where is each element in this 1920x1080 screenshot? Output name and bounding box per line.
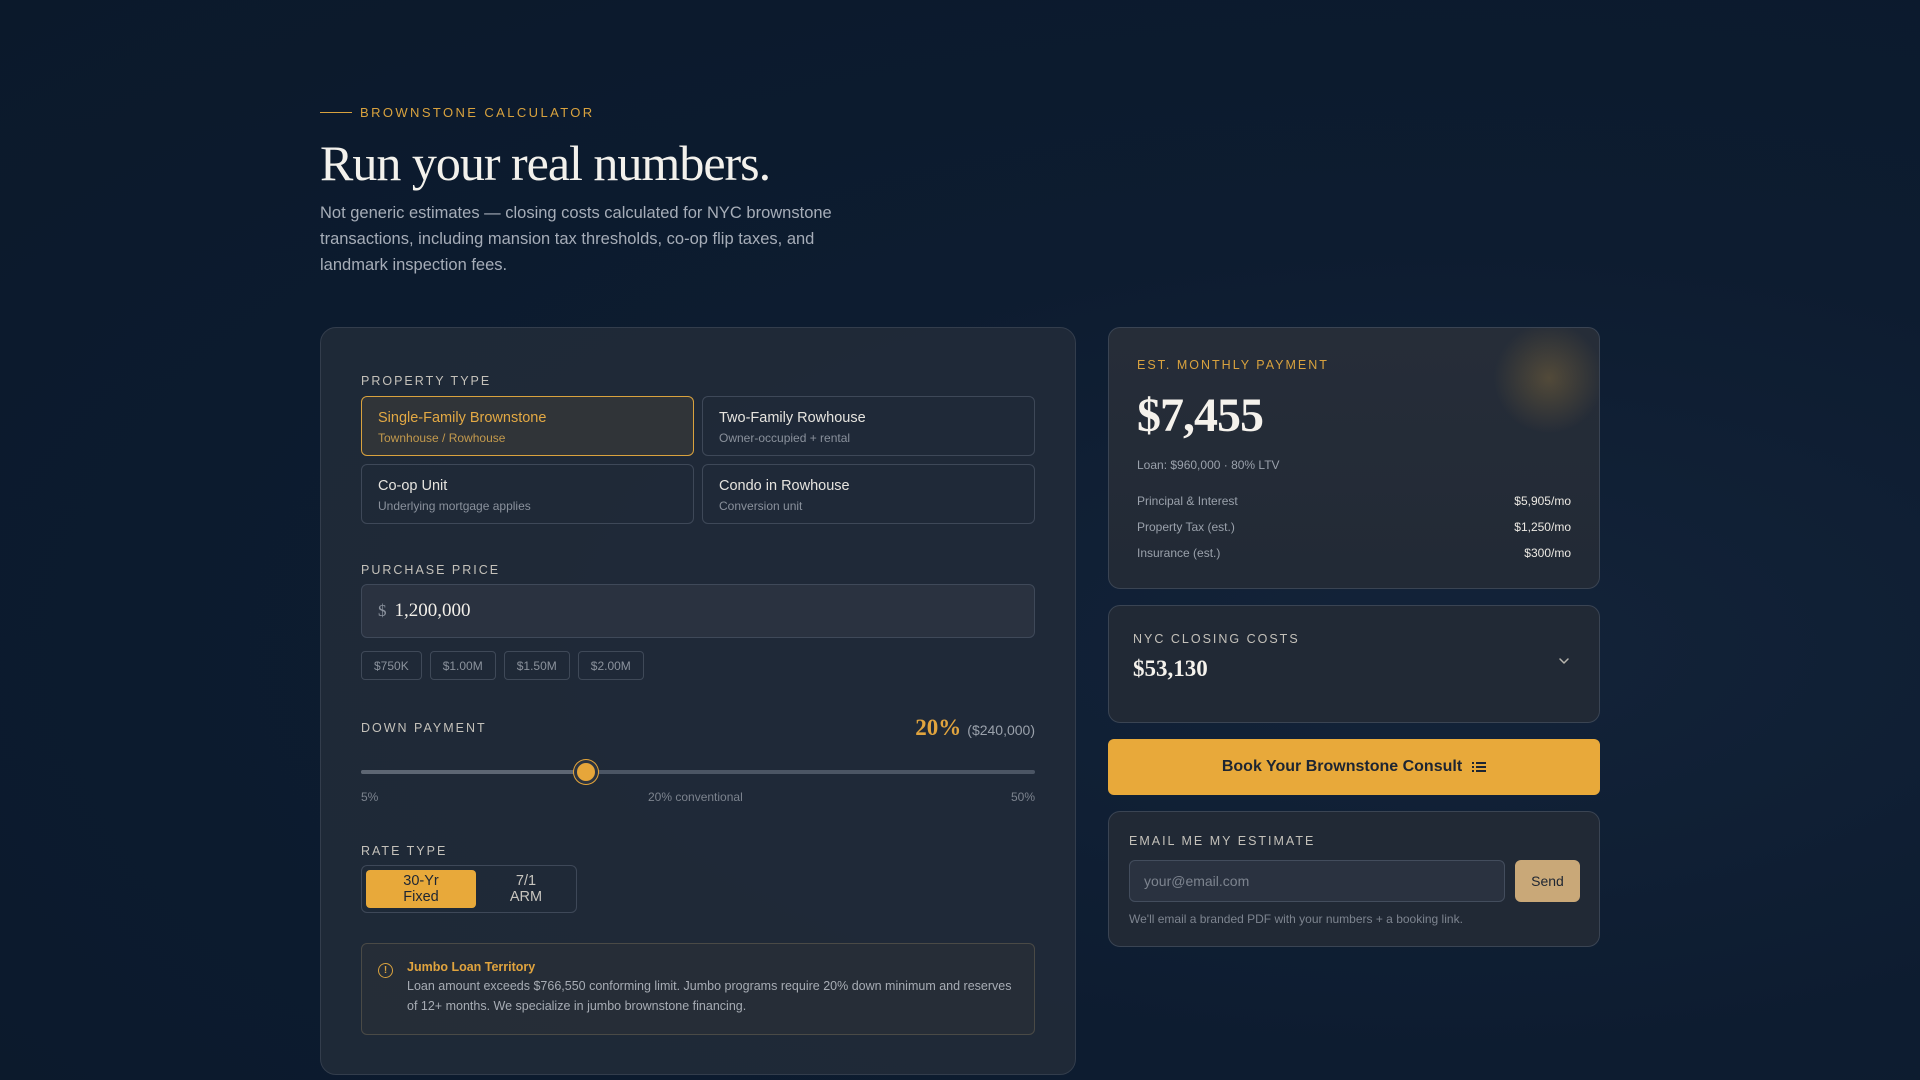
price-preset-2m[interactable]: $2.00M <box>577 651 644 680</box>
slider-fill <box>361 770 586 774</box>
property-option-title: Single-Family Brownstone <box>378 410 547 426</box>
payment-row-value: $5,905/mo <box>1514 494 1571 508</box>
purchase-price-label: PURCHASE PRICE <box>361 563 501 577</box>
property-option-sub: Underlying mortgage applies <box>378 499 531 513</box>
down-payment-amount: ($240,000) <box>967 722 1035 738</box>
slider-thumb[interactable] <box>573 760 598 784</box>
property-option-sub: Conversion unit <box>719 499 803 513</box>
property-option-sub: Owner-occupied + rental <box>719 431 851 445</box>
payment-row: Principal & Interest $5,905/mo <box>1137 494 1571 508</box>
eyebrow-text: BROWNSTONE CALCULATOR <box>360 105 595 120</box>
email-estimate-label: EMAIL ME MY ESTIMATE <box>1129 834 1316 848</box>
payment-row-value: $1,250/mo <box>1514 520 1571 534</box>
payment-row: Property Tax (est.) $1,250/mo <box>1137 520 1571 534</box>
payment-row-label: Principal & Interest <box>1137 494 1238 508</box>
price-preset-750k[interactable]: $750K <box>361 651 422 680</box>
book-consult-button[interactable]: Book Your Brownstone Consult <box>1108 739 1600 795</box>
down-payment-percent: 20% <box>915 715 962 740</box>
payment-row-value: $300/mo <box>1524 546 1571 560</box>
slider-mid-label: 20% conventional <box>648 790 743 804</box>
property-option-title: Co-op Unit <box>378 478 448 494</box>
payment-row-label: Property Tax (est.) <box>1137 520 1235 534</box>
jumbo-loan-notice: ! Jumbo Loan Territory Loan amount excee… <box>361 943 1035 1035</box>
page-subtitle: Not generic estimates — closing costs ca… <box>320 204 832 274</box>
calculator-card: PROPERTY TYPE Single-Family Brownstone T… <box>320 327 1076 1075</box>
closing-costs-label: NYC CLOSING COSTS <box>1133 632 1300 646</box>
eyebrow: BROWNSTONE CALCULATOR <box>320 105 595 120</box>
rate-option-7-1-arm[interactable]: 7/1 ARM <box>480 870 572 908</box>
monthly-payment-card: EST. MONTHLY PAYMENT $7,455 Loan: $960,0… <box>1108 327 1600 589</box>
property-type-label: PROPERTY TYPE <box>361 374 492 388</box>
closing-costs-amount: $53,130 <box>1133 656 1208 681</box>
slider-min-label: 5% <box>361 790 379 804</box>
monthly-payment-label: EST. MONTHLY PAYMENT <box>1137 358 1329 372</box>
eyebrow-line <box>320 112 352 113</box>
payment-row-label: Insurance (est.) <box>1137 546 1221 560</box>
info-circle-icon: ! <box>378 963 393 978</box>
down-payment-slider[interactable] <box>361 760 1035 784</box>
down-payment-readout: 20% ($240,000) <box>915 715 1035 741</box>
property-option-single-family[interactable]: Single-Family Brownstone Townhouse / Row… <box>361 396 694 456</box>
rate-option-30yr-fixed[interactable]: 30-Yr Fixed <box>366 870 477 908</box>
book-consult-label: Book Your Brownstone Consult <box>1221 758 1463 775</box>
price-preset-1m[interactable]: $1.00M <box>429 651 496 680</box>
payment-row: Insurance (est.) $300/mo <box>1137 546 1571 560</box>
property-option-two-family[interactable]: Two-Family Rowhouse Owner-occupied + ren… <box>702 396 1035 456</box>
email-estimate-card: EMAIL ME MY ESTIMATE Send We'll email a … <box>1108 811 1600 947</box>
rate-type-label: RATE TYPE <box>361 844 448 858</box>
monthly-payment-amount: $7,455 <box>1137 389 1264 442</box>
purchase-price-field: $ <box>361 584 1035 638</box>
property-option-title: Condo in Rowhouse <box>719 478 850 494</box>
currency-symbol: $ <box>378 601 387 620</box>
notice-title: Jumbo Loan Territory <box>407 960 536 974</box>
purchase-price-input[interactable] <box>394 600 995 622</box>
notice-body: Loan amount exceeds $766,550 conforming … <box>407 979 1012 1013</box>
closing-costs-card[interactable]: NYC CLOSING COSTS $53,130 <box>1108 605 1600 723</box>
loan-summary: Loan: $960,000 · 80% LTV <box>1137 458 1280 472</box>
email-input[interactable] <box>1129 860 1505 902</box>
slider-max-label: 50% <box>1010 790 1035 804</box>
send-button[interactable]: Send <box>1515 860 1580 902</box>
decorative-glow <box>1489 328 1599 438</box>
price-presets: $750K $1.00M $1.50M $2.00M <box>361 651 644 680</box>
property-option-condo[interactable]: Condo in Rowhouse Conversion unit <box>702 464 1035 524</box>
property-option-sub: Townhouse / Rowhouse <box>378 431 506 445</box>
email-note: We'll email a branded PDF with your numb… <box>1129 912 1463 926</box>
down-payment-label: DOWN PAYMENT <box>361 721 487 735</box>
chevron-down-icon[interactable] <box>1557 654 1571 668</box>
property-option-coop[interactable]: Co-op Unit Underlying mortgage applies <box>361 464 694 524</box>
list-icon <box>1472 762 1487 772</box>
rate-type-toggle: 30-Yr Fixed 7/1 ARM <box>361 865 577 913</box>
page-title: Run your real numbers. <box>320 135 771 191</box>
price-preset-1-5m[interactable]: $1.50M <box>503 651 570 680</box>
property-option-title: Two-Family Rowhouse <box>719 410 866 426</box>
